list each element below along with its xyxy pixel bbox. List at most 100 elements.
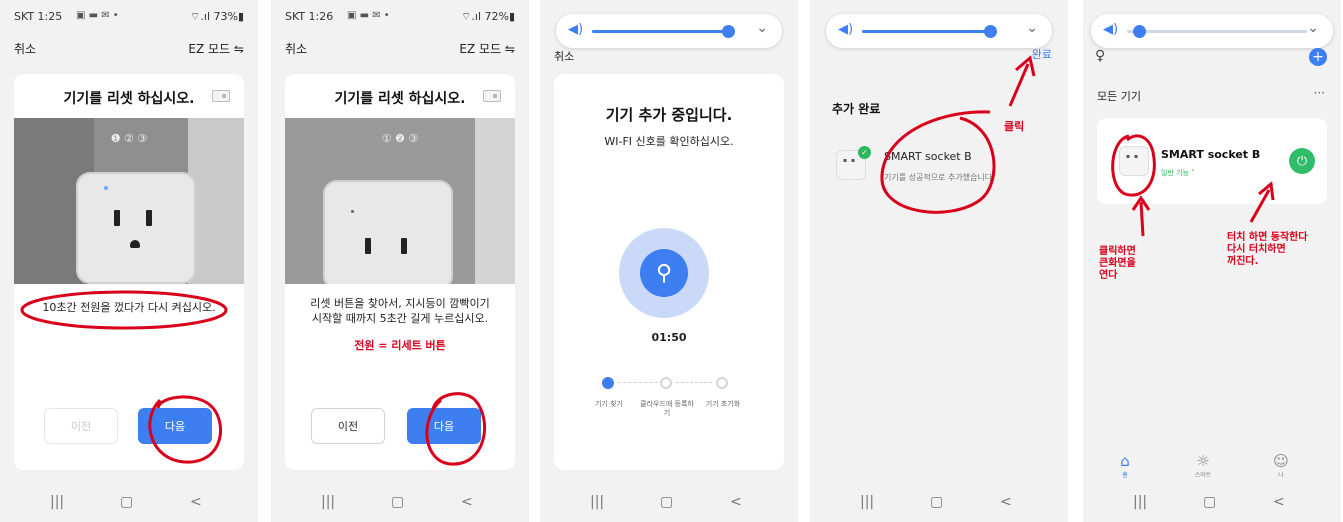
person-icon[interactable]: ♀ xyxy=(1095,48,1105,64)
screen-reset-step1: SKT 1:25 ▣ ▬ ✉ • ⌔.ıl 73%▮ 취소 EZ 모드 ⇋ 기기… xyxy=(0,0,258,522)
back-button[interactable]: < xyxy=(1273,494,1285,510)
volume-knob[interactable] xyxy=(722,25,735,38)
home-button[interactable]: ▢ xyxy=(391,494,404,510)
countdown-timer: 01:50 xyxy=(651,331,687,344)
search-progress: ⚲ xyxy=(619,228,709,318)
ez-mode-button[interactable]: EZ 모드 ⇋ xyxy=(188,40,244,57)
volume-knob[interactable] xyxy=(984,25,997,38)
smart-plug-image xyxy=(76,172,196,284)
home-button[interactable]: ▢ xyxy=(930,494,943,510)
power-icon[interactable]: ⏻ xyxy=(1289,148,1315,174)
volume-icon: ◀) xyxy=(1103,22,1119,37)
battery-indicator: ⌔.ıl 72%▮ xyxy=(461,10,515,23)
step-dot-register xyxy=(660,377,672,389)
instruction-text-1: 리셋 버튼을 찾아서, 지시등이 깜빡이기 xyxy=(310,297,490,310)
system-nav-bar: ||| ▢ < xyxy=(1083,486,1341,522)
annotation-open-detail: 클릭하면 큰화면을 연다 xyxy=(1099,246,1136,281)
section-title: 모든 기기 xyxy=(1097,90,1141,103)
volume-knob[interactable] xyxy=(1133,25,1146,38)
back-button[interactable]: < xyxy=(730,494,742,510)
recent-apps-button[interactable]: ||| xyxy=(860,494,874,510)
system-nav-bar: ||| ▢ < xyxy=(0,486,258,522)
page-title: 기기를 리셋 하십시오. xyxy=(63,91,195,107)
instruction-text-2: 시작할 때까지 5초간 길게 누르십시오. xyxy=(311,312,489,325)
system-nav-bar: ||| ▢ < xyxy=(810,486,1068,522)
notification-icons: ▣ ▬ ✉ • xyxy=(76,10,119,21)
ez-mode-button[interactable]: EZ 모드 ⇋ xyxy=(459,40,515,57)
done-button[interactable]: 완료 xyxy=(1032,46,1052,62)
next-button[interactable]: 다음 xyxy=(407,408,481,444)
device-card[interactable]: SMART socket B 일반 기능 ˅ ⏻ xyxy=(1097,118,1327,204)
bottom-tab-bar: ⌂ 홈 ☼ 스마트 ☺ 나 xyxy=(1083,448,1341,488)
cancel-button[interactable]: 취소 xyxy=(285,40,307,57)
section-title: 추가 완료 xyxy=(832,102,881,116)
home-icon: ⌂ xyxy=(1120,452,1130,470)
volume-slider[interactable]: ◀) ⌄ xyxy=(826,14,1052,48)
prev-button[interactable]: 이전 xyxy=(311,408,385,444)
step-label-register: 클라우드에 등록하기 xyxy=(640,400,694,417)
status-time: SKT 1:25 xyxy=(14,10,63,23)
back-button[interactable]: < xyxy=(461,494,473,510)
device-name: SMART socket B xyxy=(884,150,972,163)
video-icon[interactable] xyxy=(212,90,230,102)
tab-home[interactable]: ⌂ 홈 xyxy=(1105,452,1145,479)
step-indicator: ① ❷ ③ xyxy=(381,132,419,145)
home-button[interactable]: ▢ xyxy=(120,494,133,510)
socket-icon xyxy=(1119,146,1149,176)
device-name: SMART socket B xyxy=(1161,148,1261,161)
back-button[interactable]: < xyxy=(190,494,202,510)
search-icon: ⚲ xyxy=(640,249,688,297)
battery-indicator: ⌔.ıl 73%▮ xyxy=(190,10,244,23)
page-title: 기기를 리셋 하십시오. xyxy=(334,91,466,107)
more-icon[interactable]: ··· xyxy=(1314,86,1325,100)
recent-apps-button[interactable]: ||| xyxy=(321,494,335,510)
next-button[interactable]: 다음 xyxy=(138,408,212,444)
video-icon[interactable] xyxy=(483,90,501,102)
home-button[interactable]: ▢ xyxy=(660,494,673,510)
chevron-down-icon[interactable]: ⌄ xyxy=(756,20,768,36)
add-device-icon[interactable]: + xyxy=(1309,48,1327,66)
page-title: 기기 추가 중입니다. xyxy=(605,106,733,124)
profile-icon: ☺ xyxy=(1273,452,1289,470)
status-bar: SKT 1:26 ▣ ▬ ✉ • ⌔.ıl 72%▮ xyxy=(285,10,515,26)
check-icon: ✓ xyxy=(858,146,871,159)
system-nav-bar: ||| ▢ < xyxy=(540,486,798,522)
tab-smart[interactable]: ☼ 스마트 xyxy=(1183,452,1223,479)
device-photo: ❶ ② ③ xyxy=(14,118,244,284)
reset-card: 기기를 리셋 하십시오. ① ❷ ③ 리셋 버튼을 찾아서, 지시등이 깜빡이기… xyxy=(285,74,515,470)
notification-icons: ▣ ▬ ✉ • xyxy=(347,10,390,21)
recent-apps-button[interactable]: ||| xyxy=(50,494,64,510)
cancel-button[interactable]: 취소 xyxy=(554,48,574,64)
reset-card: 기기를 리셋 하십시오. ❶ ② ③ 10초간 전원을 껐다가 다시 켜십시오.… xyxy=(14,74,244,470)
instruction-text: 10초간 전원을 껐다가 다시 켜십시오. xyxy=(42,301,216,314)
screen-adding-device: ◀) ⌄ 취소 기기 추가 중입니다. WI-FI 신호를 확인하십시오. ⚲ … xyxy=(540,0,798,522)
device-function-toggle[interactable]: 일반 기능 ˅ xyxy=(1161,168,1195,178)
step-label-find: 기기 찾기 xyxy=(595,400,623,408)
volume-slider[interactable]: ◀) ⌄ xyxy=(1091,14,1333,48)
annotation-reset-button: 전원 = 리세트 버튼 xyxy=(354,339,446,352)
smart-plug-image xyxy=(323,180,453,284)
tab-me[interactable]: ☺ 나 xyxy=(1261,452,1301,479)
home-button[interactable]: ▢ xyxy=(1203,494,1216,510)
prev-button[interactable]: 이전 xyxy=(44,408,118,444)
progress-steps xyxy=(580,377,730,389)
sun-icon: ☼ xyxy=(1196,452,1210,470)
status-bar: SKT 1:25 ▣ ▬ ✉ • ⌔.ıl 73%▮ xyxy=(14,10,244,26)
cancel-button[interactable]: 취소 xyxy=(14,40,36,57)
chevron-down-icon[interactable]: ⌄ xyxy=(1026,20,1038,36)
step-dot-find xyxy=(602,377,614,389)
volume-slider[interactable]: ◀) ⌄ xyxy=(556,14,782,48)
system-nav-bar: ||| ▢ < xyxy=(271,486,529,522)
screen-all-devices: ◀) ⌄ ♀ + 모든 기기 ··· SMART socket B 일반 기능 … xyxy=(1083,0,1341,522)
device-photo: ① ❷ ③ xyxy=(285,118,515,284)
annotations xyxy=(880,55,1036,214)
chevron-down-icon[interactable]: ⌄ xyxy=(1307,20,1319,36)
volume-icon: ◀) xyxy=(838,22,854,37)
screen-reset-step2: SKT 1:26 ▣ ▬ ✉ • ⌔.ıl 72%▮ 취소 EZ 모드 ⇋ 기기… xyxy=(271,0,529,522)
step-label-init: 기기 초기화 xyxy=(705,400,741,408)
recent-apps-button[interactable]: ||| xyxy=(590,494,604,510)
recent-apps-button[interactable]: ||| xyxy=(1133,494,1147,510)
step-dot-init xyxy=(716,377,728,389)
subtitle: WI-FI 신호를 확인하십시오. xyxy=(604,135,734,148)
back-button[interactable]: < xyxy=(1000,494,1012,510)
